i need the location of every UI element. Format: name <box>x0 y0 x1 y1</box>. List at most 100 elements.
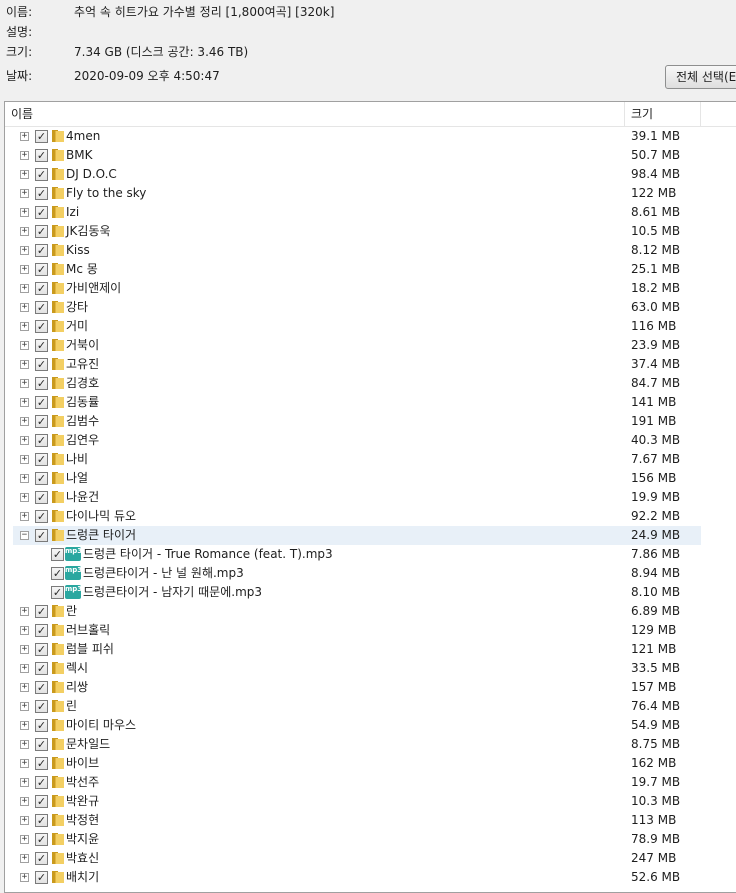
folder-row[interactable]: + ✓ Mc 몽 25.1 MB <box>5 260 736 279</box>
folder-row[interactable]: + ✓ 나얼 156 MB <box>5 469 736 488</box>
item-checkbox[interactable]: ✓ <box>35 529 48 542</box>
expand-icon[interactable]: + <box>20 474 29 483</box>
item-checkbox[interactable]: ✓ <box>35 168 48 181</box>
item-checkbox[interactable]: ✓ <box>35 301 48 314</box>
expand-icon[interactable]: + <box>20 379 29 388</box>
folder-row[interactable]: + ✓ 거북이 23.9 MB <box>5 336 736 355</box>
expand-icon[interactable]: + <box>20 284 29 293</box>
collapse-icon[interactable]: − <box>20 531 29 540</box>
folder-row[interactable]: + ✓ BMK 50.7 MB <box>5 146 736 165</box>
item-checkbox[interactable]: ✓ <box>35 814 48 827</box>
file-list[interactable]: 이름 크기 + ✓ 4men 39.1 MB + ✓ BMK 50.7 MB + ✓ DJ D.O.… <box>4 101 736 893</box>
folder-row[interactable]: + ✓ 박지윤 78.9 MB <box>5 830 736 849</box>
expand-icon[interactable]: + <box>20 360 29 369</box>
folder-row[interactable]: + ✓ 배치기 52.6 MB <box>5 868 736 887</box>
folder-row[interactable]: + ✓ 나윤건 19.9 MB <box>5 488 736 507</box>
expand-icon[interactable]: + <box>20 398 29 407</box>
expand-icon[interactable]: + <box>20 721 29 730</box>
expand-icon[interactable]: + <box>20 835 29 844</box>
item-checkbox[interactable]: ✓ <box>35 244 48 257</box>
folder-row[interactable]: + ✓ 다이나믹 듀오 92.2 MB <box>5 507 736 526</box>
expand-icon[interactable]: + <box>20 227 29 236</box>
item-checkbox[interactable]: ✓ <box>35 833 48 846</box>
expand-icon[interactable]: + <box>20 417 29 426</box>
select-all-button[interactable]: 전체 선택(E) <box>665 65 736 89</box>
item-checkbox[interactable]: ✓ <box>35 871 48 884</box>
expand-icon[interactable]: + <box>20 246 29 255</box>
item-checkbox[interactable]: ✓ <box>35 491 48 504</box>
folder-row[interactable]: + ✓ 김경호 84.7 MB <box>5 374 736 393</box>
item-checkbox[interactable]: ✓ <box>35 263 48 276</box>
folder-row[interactable]: + ✓ Fly to the sky 122 MB <box>5 184 736 203</box>
item-checkbox[interactable]: ✓ <box>35 358 48 371</box>
folder-row[interactable]: + ✓ 나비 7.67 MB <box>5 450 736 469</box>
expand-icon[interactable]: + <box>20 151 29 160</box>
item-checkbox[interactable]: ✓ <box>35 510 48 523</box>
item-checkbox[interactable]: ✓ <box>35 776 48 789</box>
item-checkbox[interactable]: ✓ <box>35 282 48 295</box>
item-checkbox[interactable]: ✓ <box>51 586 64 599</box>
expand-icon[interactable]: + <box>20 797 29 806</box>
expand-icon[interactable]: + <box>20 626 29 635</box>
item-checkbox[interactable]: ✓ <box>35 852 48 865</box>
expand-icon[interactable]: + <box>20 436 29 445</box>
folder-row[interactable]: + ✓ 럼블 피쉬 121 MB <box>5 640 736 659</box>
folder-row[interactable]: + ✓ Izi 8.61 MB <box>5 203 736 222</box>
expand-icon[interactable]: + <box>20 645 29 654</box>
item-checkbox[interactable]: ✓ <box>35 339 48 352</box>
folder-row[interactable]: + ✓ 렉시 33.5 MB <box>5 659 736 678</box>
item-checkbox[interactable]: ✓ <box>35 434 48 447</box>
folder-row[interactable]: + ✓ 김동률 141 MB <box>5 393 736 412</box>
folder-row[interactable]: + ✓ 문차일드 8.75 MB <box>5 735 736 754</box>
folder-row[interactable]: + ✓ 마이티 마우스 54.9 MB <box>5 716 736 735</box>
expand-icon[interactable]: + <box>20 854 29 863</box>
folder-row[interactable]: + ✓ 김범수 191 MB <box>5 412 736 431</box>
item-checkbox[interactable]: ✓ <box>35 453 48 466</box>
expand-icon[interactable]: + <box>20 816 29 825</box>
column-header-name[interactable]: 이름 <box>5 102 625 126</box>
expand-icon[interactable]: + <box>20 702 29 711</box>
item-checkbox[interactable]: ✓ <box>35 605 48 618</box>
expand-icon[interactable]: + <box>20 170 29 179</box>
folder-row[interactable]: + ✓ 바이브 162 MB <box>5 754 736 773</box>
item-checkbox[interactable]: ✓ <box>35 206 48 219</box>
folder-row[interactable]: + ✓ 김연우 40.3 MB <box>5 431 736 450</box>
folder-row[interactable]: + ✓ 박완규 10.3 MB <box>5 792 736 811</box>
item-checkbox[interactable]: ✓ <box>35 738 48 751</box>
item-checkbox[interactable]: ✓ <box>35 643 48 656</box>
folder-row[interactable]: + ✓ 4men 39.1 MB <box>5 127 736 146</box>
item-checkbox[interactable]: ✓ <box>35 700 48 713</box>
expand-icon[interactable]: + <box>20 683 29 692</box>
folder-row[interactable]: + ✓ 리쌍 157 MB <box>5 678 736 697</box>
expand-icon[interactable]: + <box>20 303 29 312</box>
folder-row[interactable]: + ✓ 고유진 37.4 MB <box>5 355 736 374</box>
expand-icon[interactable]: + <box>20 664 29 673</box>
expand-icon[interactable]: + <box>20 132 29 141</box>
expand-icon[interactable]: + <box>20 778 29 787</box>
item-checkbox[interactable]: ✓ <box>35 624 48 637</box>
item-checkbox[interactable]: ✓ <box>35 187 48 200</box>
file-row[interactable]: ✓ mp3 드렁큰 타이거 - True Romance (feat. T).mp3… <box>5 545 736 564</box>
item-checkbox[interactable]: ✓ <box>35 662 48 675</box>
item-checkbox[interactable]: ✓ <box>35 377 48 390</box>
file-row[interactable]: ✓ mp3 드렁큰타이거 - 난 널 원해.mp3 8.94 MB <box>5 564 736 583</box>
file-row[interactable]: ✓ mp3 드렁큰타이거 - 남자기 때문에.mp3 8.10 MB <box>5 583 736 602</box>
folder-row[interactable]: + ✓ Kiss 8.12 MB <box>5 241 736 260</box>
folder-row[interactable]: + ✓ JK김동욱 10.5 MB <box>5 222 736 241</box>
item-checkbox[interactable]: ✓ <box>35 130 48 143</box>
expand-icon[interactable]: + <box>20 493 29 502</box>
folder-row[interactable]: + ✓ 강타 63.0 MB <box>5 298 736 317</box>
item-checkbox[interactable]: ✓ <box>35 396 48 409</box>
expand-icon[interactable]: + <box>20 341 29 350</box>
column-header-size[interactable]: 크기 <box>625 102 701 126</box>
expand-icon[interactable]: + <box>20 208 29 217</box>
folder-row[interactable]: + ✓ 린 76.4 MB <box>5 697 736 716</box>
expand-icon[interactable]: + <box>20 322 29 331</box>
folder-row[interactable]: − ✓ 드렁큰 타이거 24.9 MB <box>5 526 736 545</box>
folder-row[interactable]: + ✓ 박효신 247 MB <box>5 849 736 868</box>
expand-icon[interactable]: + <box>20 607 29 616</box>
item-checkbox[interactable]: ✓ <box>35 415 48 428</box>
folder-row[interactable]: + ✓ 러브홀릭 129 MB <box>5 621 736 640</box>
expand-icon[interactable]: + <box>20 265 29 274</box>
item-checkbox[interactable]: ✓ <box>51 548 64 561</box>
